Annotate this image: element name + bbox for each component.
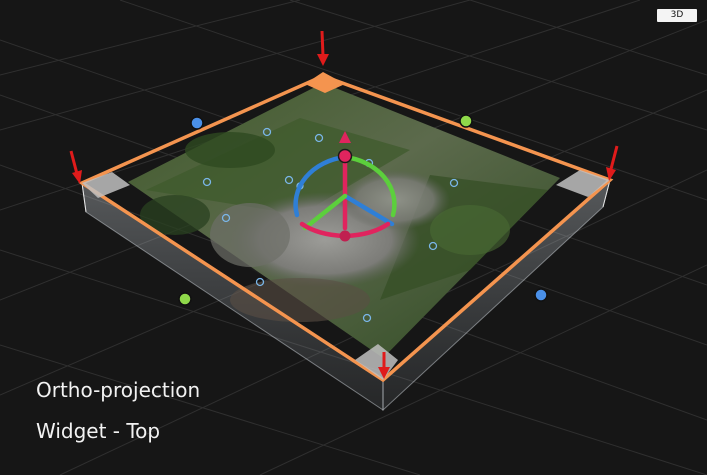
scene-canvas[interactable]	[0, 0, 707, 475]
caption-line-1: Ortho-projection	[36, 378, 201, 402]
view-mode-badge[interactable]: 3D	[657, 9, 697, 22]
3d-viewport[interactable]: 3D Ortho-projection Widget - Top	[0, 0, 707, 475]
caption-line-2: Widget - Top	[36, 419, 161, 443]
